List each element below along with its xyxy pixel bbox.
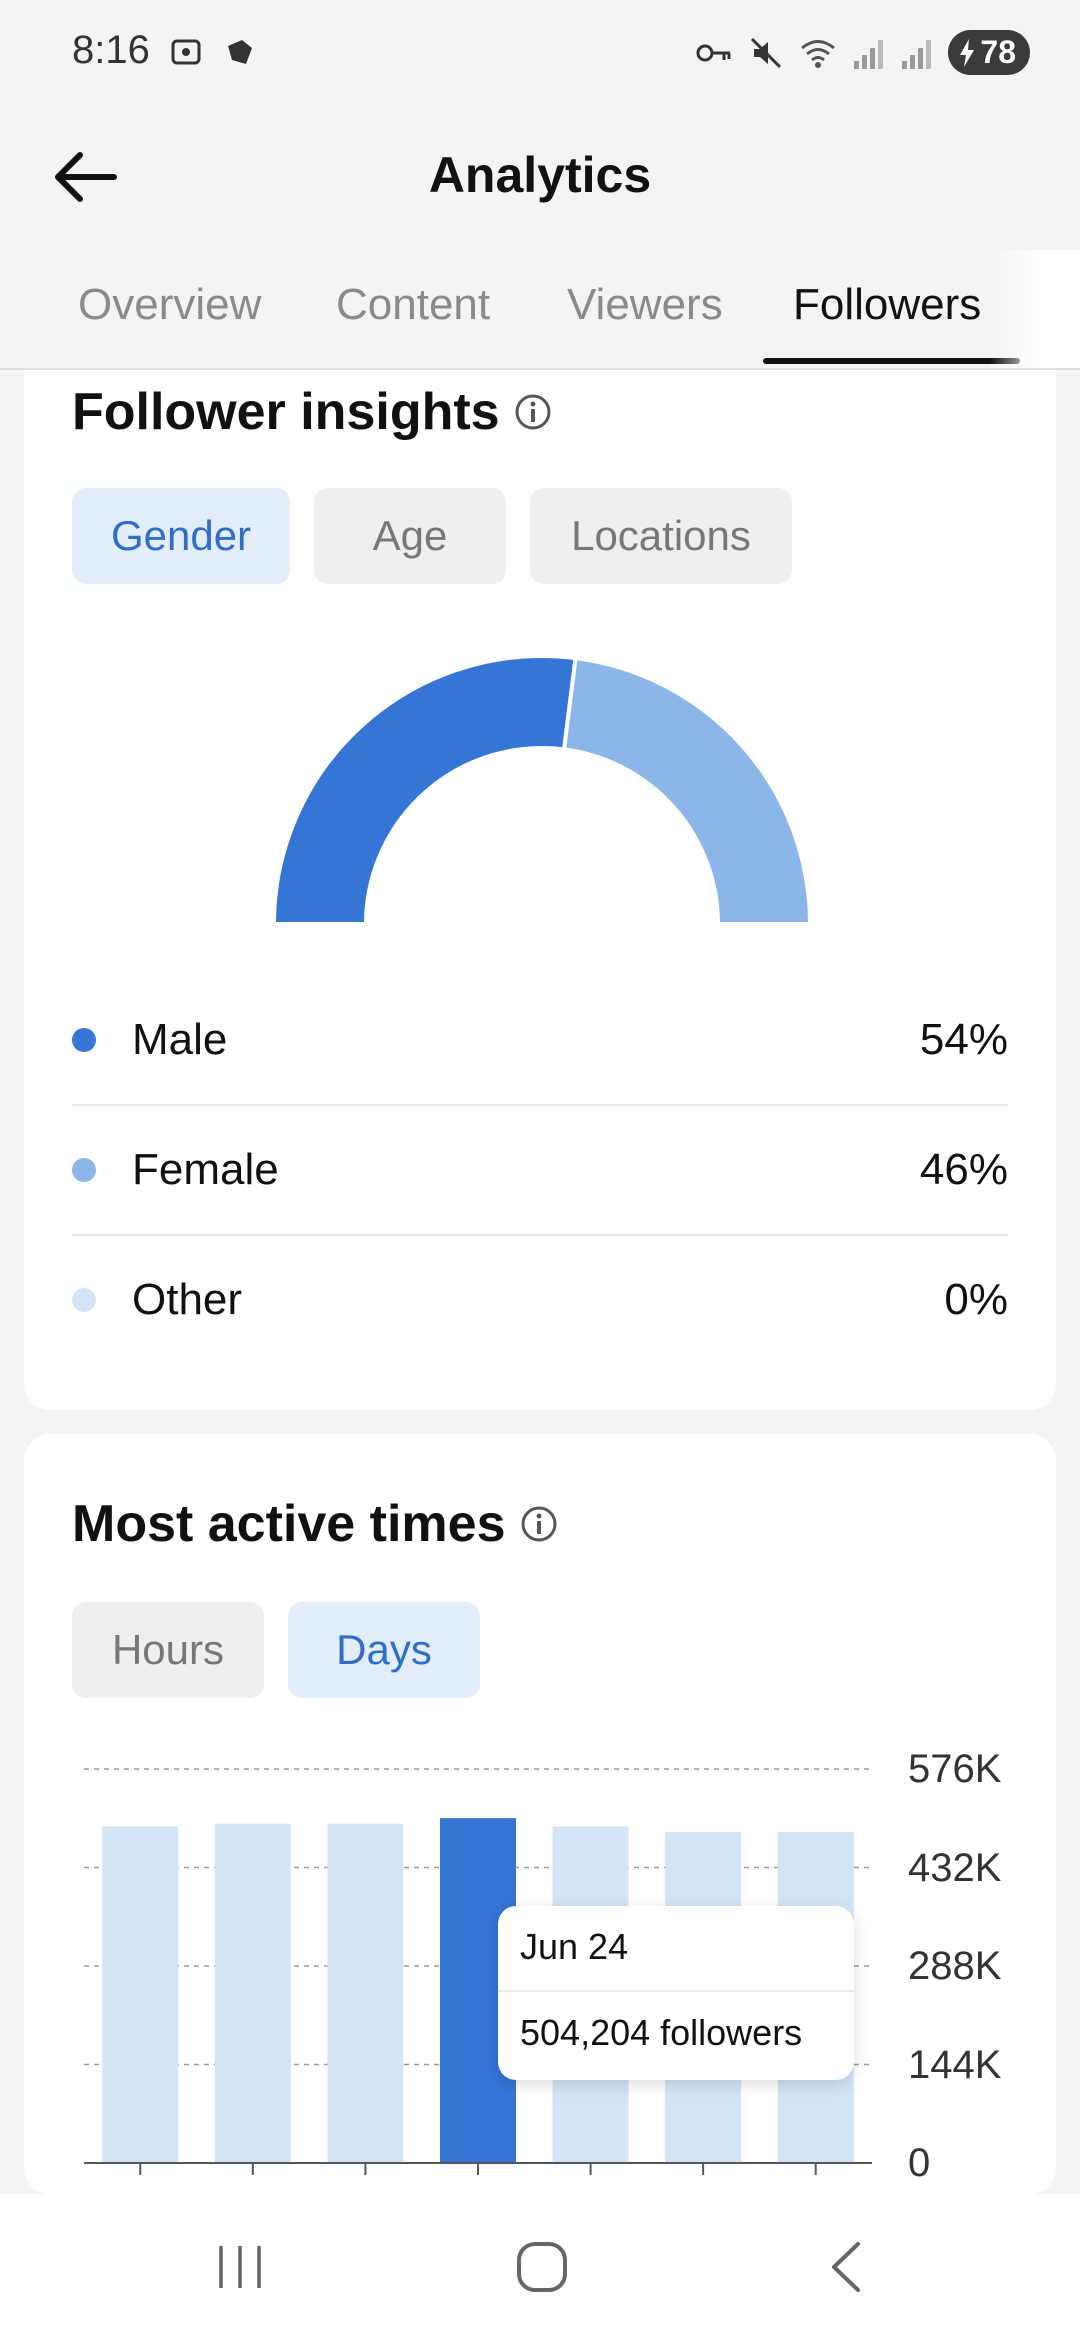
legend-row-female: Female 46% xyxy=(72,1106,1008,1236)
signal-icon-2 xyxy=(902,39,932,69)
legend-dot-female xyxy=(72,1158,96,1182)
tab-bar: Overview Content Viewers Followers L xyxy=(0,250,1080,370)
chip-age[interactable]: Age xyxy=(314,488,506,584)
legend-dot-other xyxy=(72,1288,96,1312)
legend-label-female: Female xyxy=(132,1145,279,1194)
gender-half-donut-chart xyxy=(272,654,812,926)
most-active-times-card: Most active times Hours Days 0 144K 288K 43… xyxy=(24,1434,1056,2194)
charging-bolt-icon xyxy=(960,38,975,67)
bar-tooltip: Jun 24 504,204 followers xyxy=(498,1906,854,2080)
mute-icon xyxy=(751,37,782,68)
legend-percent-female: 46% xyxy=(919,1145,1008,1194)
legend-percent-male: 54% xyxy=(919,1015,1008,1064)
home-button[interactable] xyxy=(502,2232,582,2302)
legend-label-male: Male xyxy=(132,1015,228,1064)
bar-1[interactable] xyxy=(102,1826,179,2163)
status-bar: 8:16 78 xyxy=(0,0,1080,110)
wifi-icon xyxy=(801,39,836,68)
active-days-bar-chart xyxy=(84,1768,872,2175)
gender-age-location-chips: Gender Age Locations xyxy=(72,488,792,584)
tab-scroll-fade xyxy=(990,250,1080,368)
y-tick-label-288K: 288K xyxy=(908,1944,1002,1988)
tooltip-value: 504,204 followers xyxy=(520,2012,803,2053)
home-icon xyxy=(517,2242,567,2292)
screenshot-icon xyxy=(171,39,201,65)
vpn-key-icon xyxy=(696,44,731,61)
tooltip-date: Jun 24 xyxy=(520,1926,629,1967)
y-tick-label-432K: 432K xyxy=(908,1845,1002,1890)
donut-slice-female[interactable] xyxy=(561,655,812,926)
recent-apps-icon xyxy=(219,2246,261,2288)
info-icon[interactable] xyxy=(514,393,552,431)
tab-overview[interactable]: Overview xyxy=(78,280,261,330)
back-chevron-icon xyxy=(832,2242,860,2292)
legend-label-other: Other xyxy=(132,1275,243,1324)
y-tick-label-0: 0 xyxy=(908,2141,931,2185)
follower-insights-card: Follower insights Gender Age Locations M… xyxy=(24,370,1056,1410)
tab-viewers[interactable]: Viewers xyxy=(567,280,723,330)
tab-followers[interactable]: Followers xyxy=(793,280,981,330)
bar-3[interactable] xyxy=(327,1823,404,2163)
y-tick-label-144K: 144K xyxy=(908,2042,1002,2087)
back-nav-button[interactable] xyxy=(806,2232,886,2302)
chip-gender[interactable]: Gender xyxy=(72,488,290,584)
app-notification-icon xyxy=(228,40,252,64)
legend-row-male: Male 54% xyxy=(72,976,1008,1106)
chip-locations[interactable]: Locations xyxy=(530,488,792,584)
page-title: Analytics xyxy=(428,147,652,203)
legend-dot-male xyxy=(72,1028,96,1052)
battery-indicator: 78 xyxy=(948,30,1030,75)
follower-insights-title: Follower insights xyxy=(72,382,552,442)
y-tick-label-576K: 576K xyxy=(908,1747,1002,1791)
status-left-icons xyxy=(168,34,258,70)
active-tab-indicator xyxy=(763,358,1020,364)
status-time: 8:16 xyxy=(72,28,150,72)
follower-insights-heading: Follower insights xyxy=(72,383,500,441)
legend-percent-other: 0% xyxy=(944,1275,1008,1324)
battery-level: 78 xyxy=(980,34,1016,70)
legend-row-other: Other 0% xyxy=(72,1236,1008,1364)
donut-slice-male[interactable] xyxy=(272,654,578,926)
system-navigation-bar xyxy=(0,2194,1080,2340)
app-header: Analytics xyxy=(0,110,1080,240)
recent-apps-button[interactable] xyxy=(200,2232,280,2302)
tooltip-divider xyxy=(498,1990,854,1992)
status-right-icons: 78 xyxy=(694,30,1030,75)
signal-icon xyxy=(854,39,884,69)
tab-content[interactable]: Content xyxy=(336,280,490,330)
bar-2[interactable] xyxy=(214,1823,291,2163)
